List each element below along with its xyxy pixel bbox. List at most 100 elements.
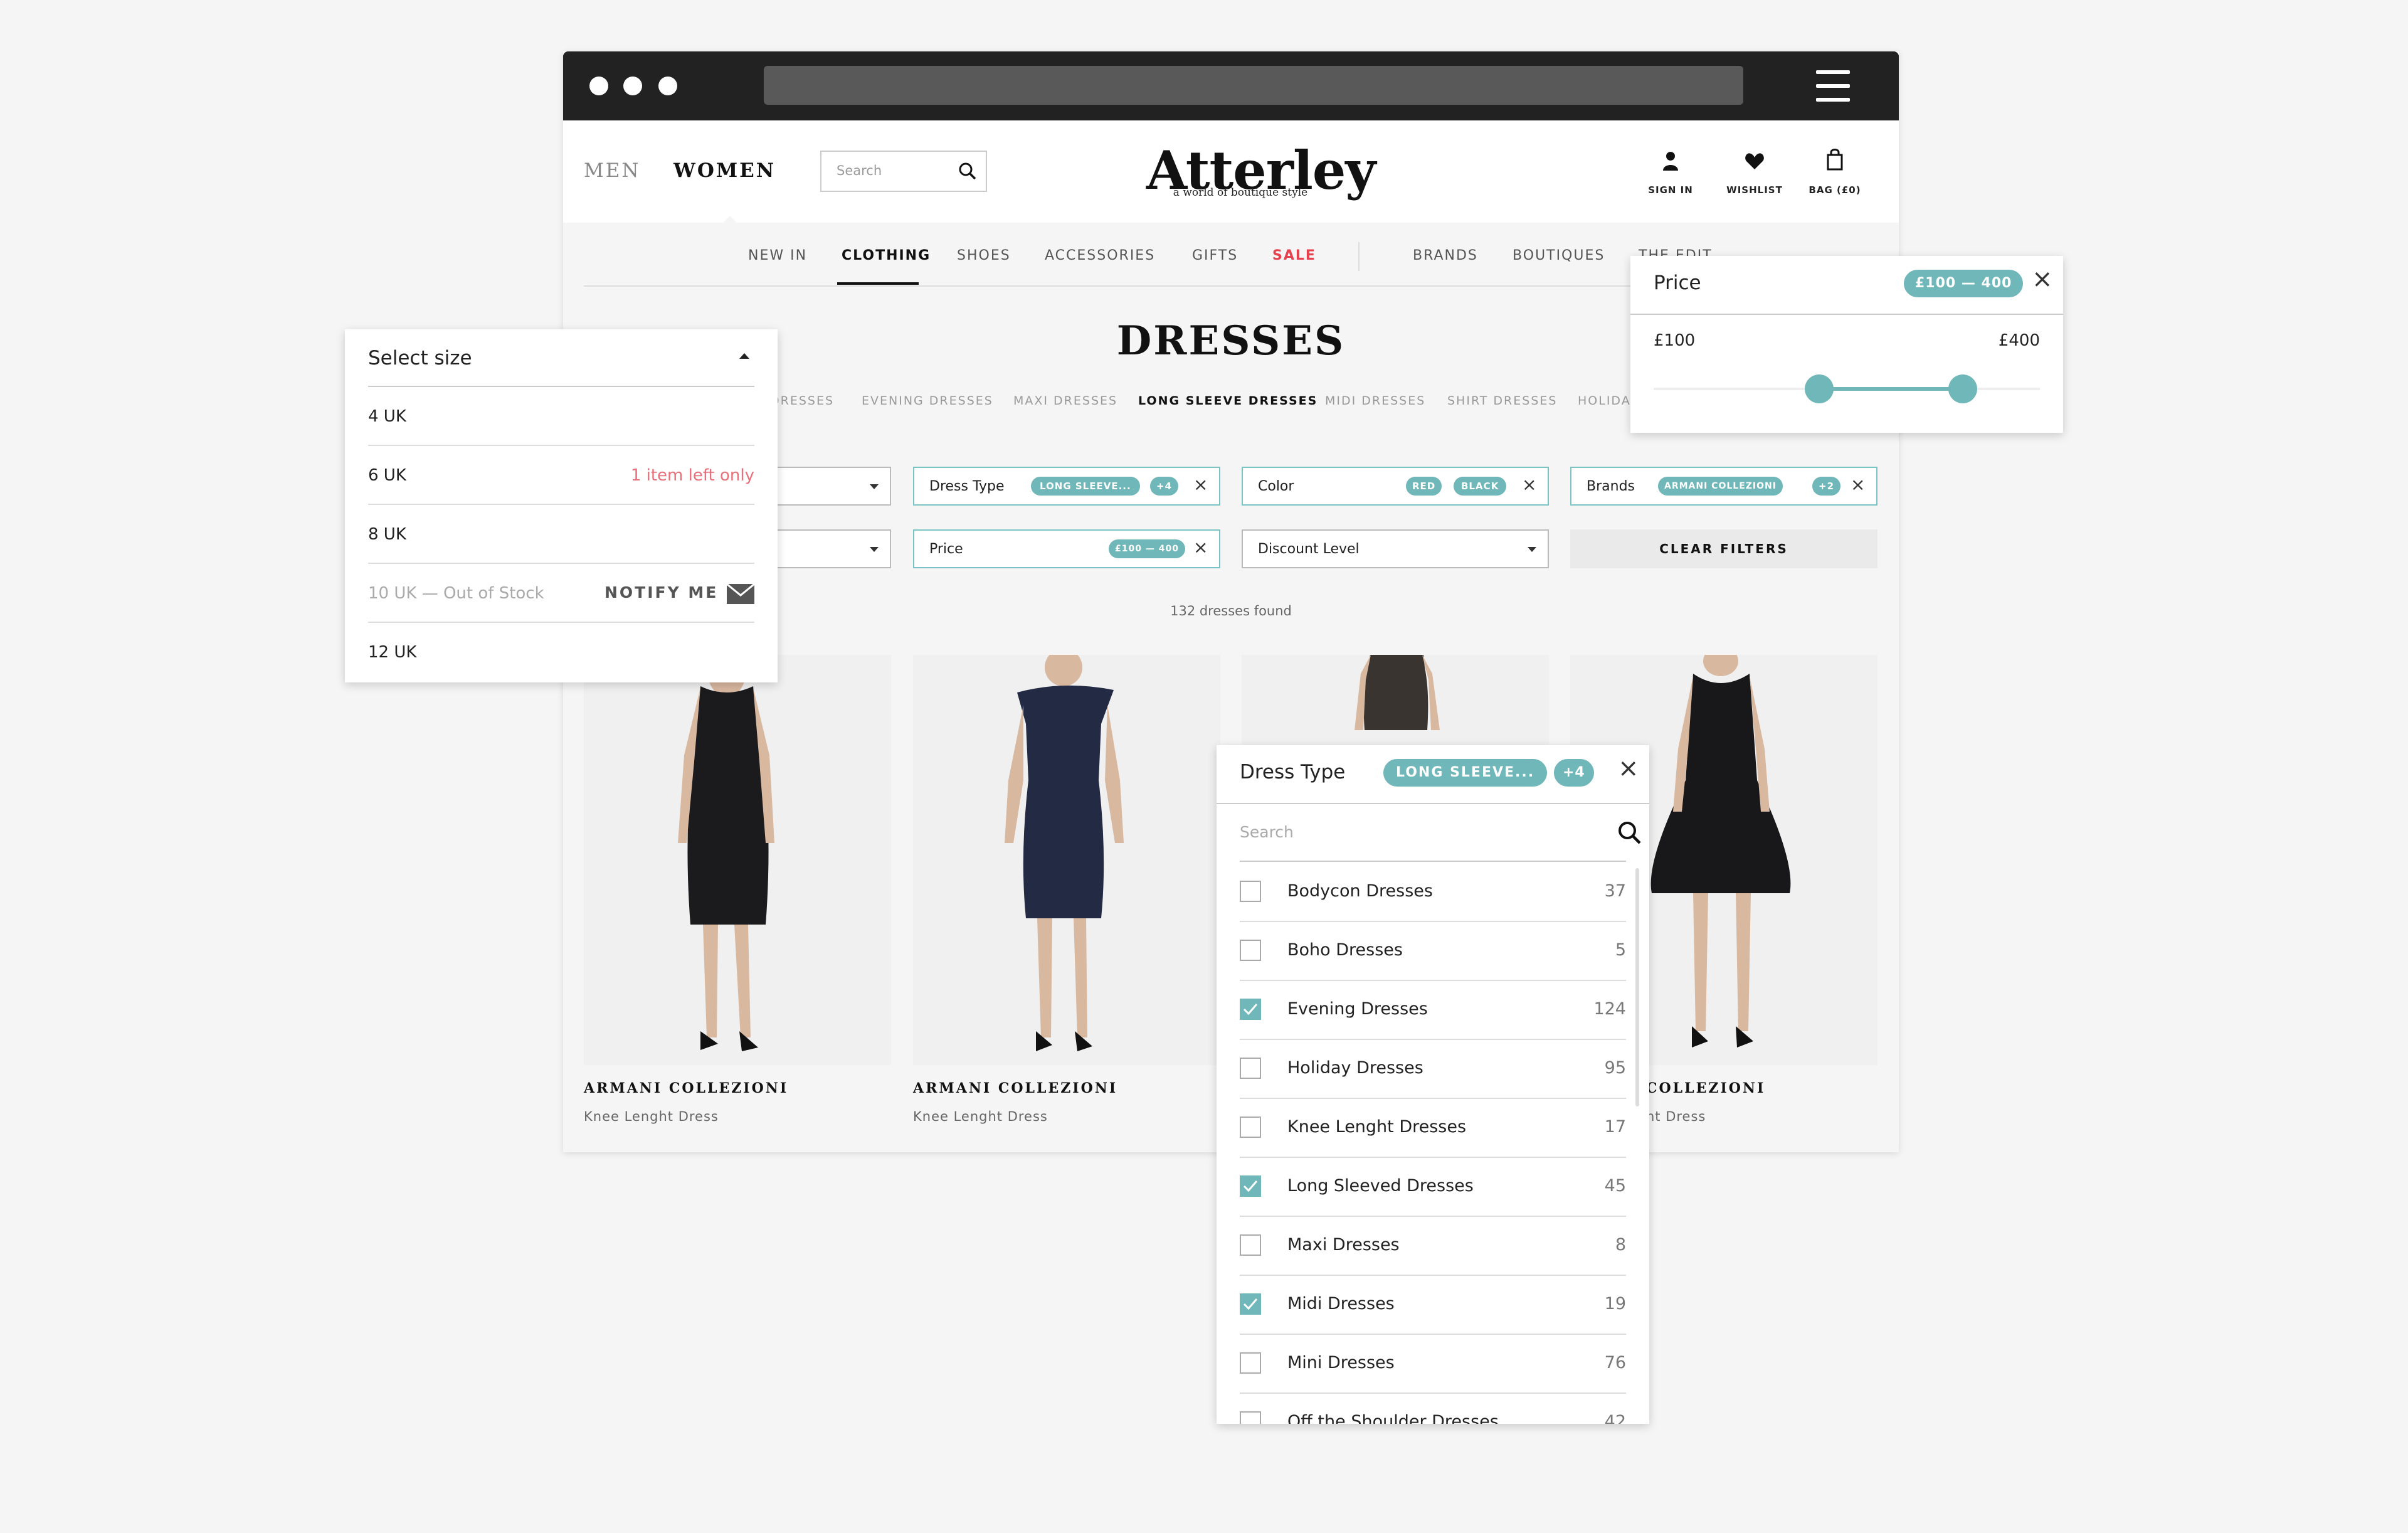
search-icon[interactable] <box>1617 820 1642 846</box>
scrollbar[interactable] <box>1635 868 1639 1106</box>
close-icon[interactable]: × <box>1851 474 1865 495</box>
wishlist-button[interactable]: WISHLIST <box>1717 146 1792 208</box>
filter-price-pill: £100 — 400 <box>1109 539 1185 558</box>
window-control-close[interactable] <box>589 77 608 95</box>
filter-discount-level[interactable]: Discount Level <box>1242 529 1549 568</box>
subcategory-dresses[interactable]: DRESSES <box>770 394 834 408</box>
search-icon[interactable] <box>958 162 977 181</box>
size-dropdown-title: Select size <box>368 347 472 369</box>
hamburger-menu-icon[interactable] <box>1816 70 1850 102</box>
subcategory-maxi[interactable]: MAXI DRESSES <box>1013 394 1117 408</box>
nav-brands[interactable]: BRANDS <box>1413 248 1478 263</box>
window-control-minimize[interactable] <box>623 77 642 95</box>
price-panel-pill: £100 — 400 <box>1904 270 2024 297</box>
product-brand[interactable]: ARMANI COLLEZIONI <box>913 1080 1117 1096</box>
price-slider-track[interactable] <box>1654 374 2040 403</box>
subcategory-holiday[interactable]: HOLIDA <box>1578 394 1631 408</box>
nav-sale[interactable]: SALE <box>1272 248 1316 263</box>
nav-women[interactable]: WOMEN <box>673 159 776 182</box>
price-slider-max-handle[interactable] <box>1948 374 1977 403</box>
nav-boutiques[interactable]: BOUTIQUES <box>1513 248 1605 263</box>
checkbox[interactable] <box>1240 1058 1261 1079</box>
close-icon[interactable]: × <box>1193 537 1208 558</box>
dress-type-option[interactable]: Off the Shoulder Dresses 42 <box>1240 1392 1626 1424</box>
subcategory-midi[interactable]: MIDI DRESSES <box>1325 394 1425 408</box>
filter-brands-label: Brands <box>1587 479 1635 494</box>
checkbox-checked[interactable] <box>1240 1293 1261 1315</box>
filter-color-pill-black: BLACK <box>1454 477 1507 496</box>
dress-type-option[interactable]: Holiday Dresses 95 <box>1240 1039 1626 1099</box>
nav-new-in[interactable]: NEW IN <box>748 248 807 263</box>
dress-type-search-input[interactable]: Search <box>1240 804 1641 862</box>
dress-type-option[interactable]: Mini Dresses 76 <box>1240 1334 1626 1394</box>
shopping-bag-icon <box>1827 149 1843 171</box>
size-option[interactable]: 6 UK 1 item left only <box>368 445 754 505</box>
checkbox[interactable] <box>1240 1411 1261 1424</box>
filter-dress-type[interactable]: Dress Type LONG SLEEVE... +4 × <box>913 467 1220 506</box>
dress-type-option[interactable]: Boho Dresses 5 <box>1240 921 1626 981</box>
close-icon[interactable]: × <box>1522 474 1536 495</box>
checkbox[interactable] <box>1240 1234 1261 1256</box>
nav-accessories[interactable]: ACCESSORIES <box>1045 248 1155 263</box>
price-slider-min-handle[interactable] <box>1804 374 1834 403</box>
checkbox[interactable] <box>1240 1352 1261 1374</box>
filter-brands[interactable]: Brands ARMANI COLLEZIONI +2 × <box>1570 467 1877 506</box>
checkbox[interactable] <box>1240 1117 1261 1138</box>
size-option-label: 12 UK <box>368 643 417 662</box>
product-image[interactable] <box>913 649 1220 1065</box>
notify-me-button[interactable]: NOTIFY ME <box>605 583 718 602</box>
close-icon[interactable]: × <box>2032 265 2053 294</box>
size-option[interactable]: 12 UK <box>368 622 754 681</box>
size-option[interactable]: 8 UK <box>368 504 754 564</box>
clear-filters-button[interactable]: CLEAR FILTERS <box>1570 529 1877 568</box>
subcategory-long-sleeve[interactable]: LONG SLEEVE DRESSES <box>1138 394 1318 408</box>
dress-type-panel-pill: LONG SLEEVE... <box>1383 759 1548 787</box>
checkbox[interactable] <box>1240 881 1261 902</box>
dress-type-option[interactable]: Evening Dresses 124 <box>1240 980 1626 1040</box>
logo-tagline: a world of boutique style <box>1173 186 1308 199</box>
dress-type-option-count: 8 <box>1615 1235 1626 1255</box>
envelope-icon[interactable] <box>727 584 754 604</box>
subcategory-shirt[interactable]: SHIRT DRESSES <box>1447 394 1557 408</box>
dress-type-option[interactable]: Midi Dresses 19 <box>1240 1275 1626 1335</box>
subcategory-evening[interactable]: EVENING DRESSES <box>862 394 993 408</box>
product-name[interactable]: nt Dress <box>1646 1109 1706 1124</box>
close-icon[interactable]: × <box>1193 474 1208 495</box>
checkbox-checked[interactable] <box>1240 999 1261 1020</box>
nav-men[interactable]: MEN <box>584 159 641 182</box>
header-search-input[interactable]: Search <box>820 151 987 192</box>
dress-type-panel-count: +4 <box>1554 759 1594 787</box>
checkbox[interactable] <box>1240 940 1261 961</box>
product-image[interactable] <box>584 651 891 1065</box>
close-icon[interactable]: × <box>1618 754 1639 783</box>
dress-type-option[interactable]: Knee Lenght Dresses 17 <box>1240 1098 1626 1158</box>
size-option-out-of-stock: 10 UK — Out of Stock NOTIFY ME <box>368 563 754 623</box>
sign-in-button[interactable]: SIGN IN <box>1633 146 1708 208</box>
dress-type-option-label: Holiday Dresses <box>1287 1058 1423 1078</box>
dress-type-option[interactable]: Maxi Dresses 8 <box>1240 1216 1626 1276</box>
filter-color[interactable]: Color RED BLACK × <box>1242 467 1549 506</box>
product-brand[interactable]: ARMANI COLLEZIONI <box>584 1080 788 1096</box>
dress-type-option-count: 19 <box>1604 1294 1626 1313</box>
dress-type-option[interactable]: Bodycon Dresses 37 <box>1240 862 1626 922</box>
product-name[interactable]: Knee Lenght Dress <box>584 1109 719 1124</box>
dress-type-option[interactable]: Long Sleeved Dresses 45 <box>1240 1157 1626 1217</box>
size-option[interactable]: 4 UK <box>368 386 754 446</box>
nav-clothing[interactable]: CLOTHING <box>842 248 931 263</box>
address-bar[interactable] <box>764 66 1743 105</box>
dress-type-option-label: Long Sleeved Dresses <box>1287 1176 1474 1196</box>
sign-in-label: SIGN IN <box>1648 184 1693 196</box>
nav-shoes[interactable]: SHOES <box>957 248 1011 263</box>
chevron-down-icon <box>870 547 879 552</box>
checkbox-checked[interactable] <box>1240 1175 1261 1197</box>
bag-button[interactable]: BAG (£0) <box>1797 146 1872 208</box>
wishlist-label: WISHLIST <box>1726 184 1783 196</box>
nav-gifts[interactable]: GIFTS <box>1192 248 1238 263</box>
window-control-maximize[interactable] <box>658 77 677 95</box>
dress-type-option-label: Evening Dresses <box>1287 999 1428 1019</box>
dress-photo <box>1005 649 1124 1051</box>
product-brand[interactable]: COLLEZIONI <box>1646 1080 1765 1096</box>
filter-price[interactable]: Price £100 — 400 × <box>913 529 1220 568</box>
product-name[interactable]: Knee Lenght Dress <box>913 1109 1048 1124</box>
size-dropdown-header[interactable]: Select size <box>368 329 754 387</box>
